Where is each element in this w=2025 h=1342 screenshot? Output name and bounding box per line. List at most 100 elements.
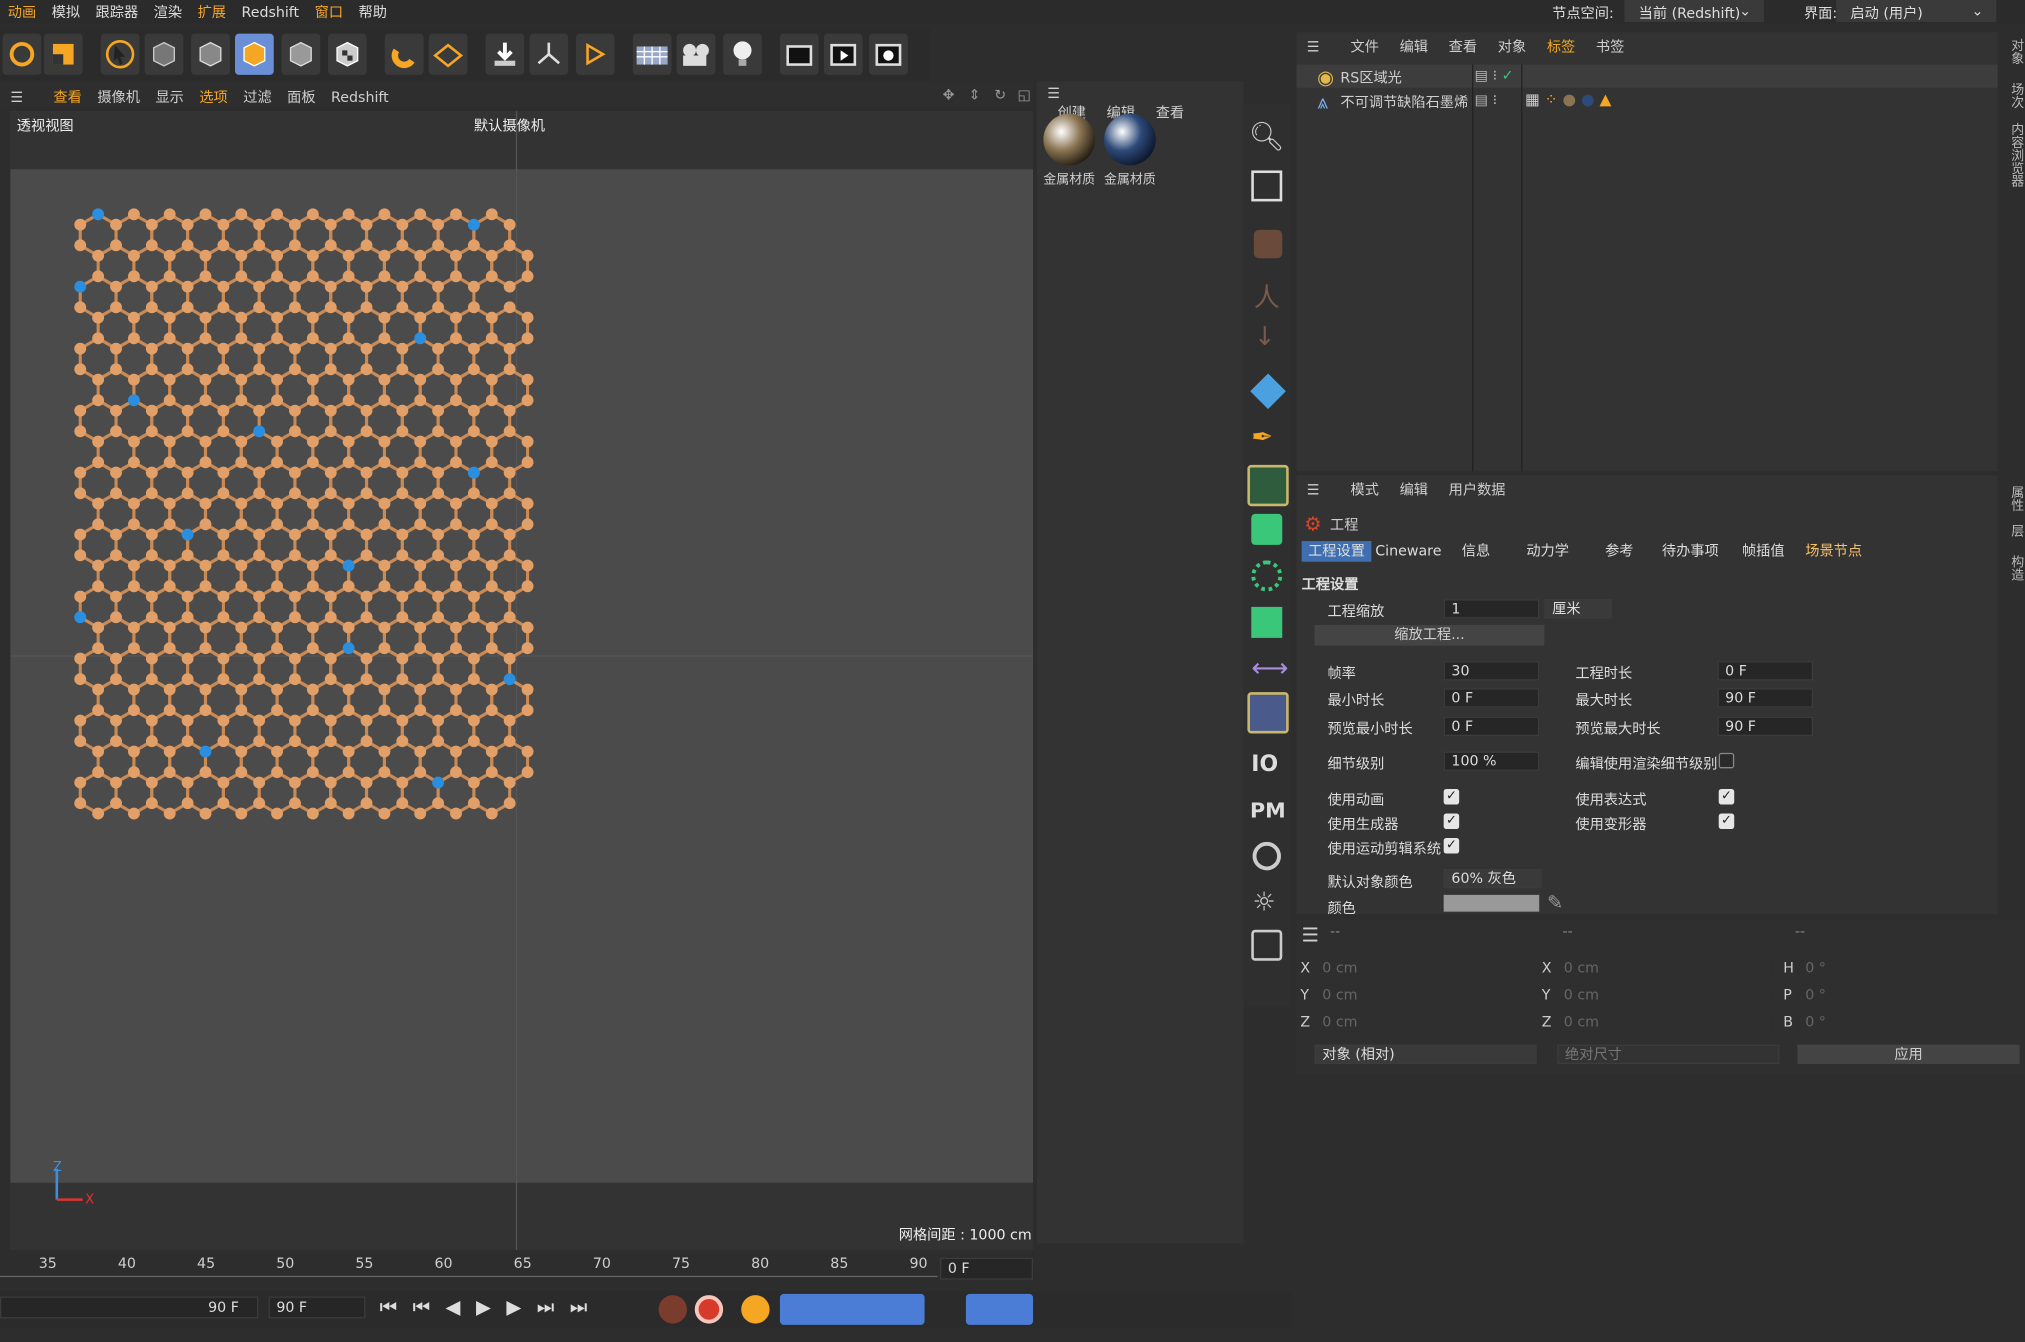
record-disabled-icon[interactable] [658,1295,687,1324]
use-deformer-checkbox[interactable]: ✓ [1718,813,1735,830]
coord-field[interactable]: 0 ° [1797,1012,2015,1032]
hamburger-icon[interactable]: ☰ [1296,39,1329,56]
lod-field[interactable]: 100 % [1443,751,1540,771]
maximize-view-icon[interactable]: ◱ [1010,84,1039,106]
perspective-viewport[interactable]: 透视视图 默认摄像机 Z X 网格间距 : 1000 cm [10,111,1034,1250]
tab-4[interactable]: 参考 [1599,541,1640,562]
coord-field[interactable]: 0 cm [1314,958,1532,978]
key-channels[interactable] [779,1293,925,1325]
coord-field[interactable]: 0 ° [1797,958,2015,978]
scale-project-button[interactable]: 缩放工程... [1314,624,1545,646]
light-button[interactable] [723,33,762,75]
object-row[interactable]: ⩓ 不可调节缺陷石墨烯 ▤ ⁝ ▦ ⁘ ● ● ▲ [1296,89,1997,113]
use-expression-checkbox[interactable]: ✓ [1718,788,1735,805]
menu-item[interactable]: 模拟 [44,0,88,23]
preview-max-field[interactable]: 90 F [1717,716,1813,737]
texture-mode-button[interactable] [327,33,367,75]
viewport-menu-item[interactable]: 面板 [279,84,323,110]
select-tool-button[interactable] [100,33,140,75]
side-tab-attributes[interactable]: 属性 [2000,486,2025,512]
attribute-menu-item[interactable]: 模式 [1340,479,1389,500]
object-menu-item[interactable]: 标签 [1536,36,1585,57]
eyedropper-icon[interactable]: ✎ [1547,891,1563,914]
interface-select[interactable]: 启动 (用户) ⌄ [1836,0,1997,22]
object-menu-item[interactable]: 编辑 [1389,36,1438,57]
aov-icon[interactable] [1251,929,1283,961]
next-key-icon[interactable]: ⏭ [537,1295,570,1318]
menu-item[interactable]: Redshift [234,3,307,22]
search-icon[interactable]: 🔍︎ [1249,121,1285,153]
use-generator-checkbox[interactable]: ✓ [1443,813,1460,830]
color-swatch[interactable] [1443,894,1540,912]
play-icon[interactable]: ▶ [476,1295,506,1318]
coord-field[interactable]: 0 cm [1556,958,1773,978]
cloner-icon[interactable] [1251,560,1283,592]
coord-field[interactable]: 0 ° [1797,985,2015,1005]
prev-key-icon[interactable]: ⏮ [413,1295,446,1318]
object-tags[interactable]: ▦ ⁘ ● ● ▲ [1525,90,1611,108]
workplane-button[interactable] [428,33,468,75]
tab-6[interactable]: 帧插值 [1736,541,1792,562]
mograph-icon[interactable] [1251,606,1283,638]
hamburger-icon[interactable]: ☰ [1037,85,1070,102]
pen-button[interactable] [575,33,615,75]
render-settings-button[interactable] [869,33,908,75]
goto-end-icon[interactable]: ⏭ [570,1295,603,1318]
menu-item[interactable]: 渲染 [146,0,190,23]
cube-primitive-icon[interactable] [1250,373,1286,410]
timeline[interactable]: 35 40 45 50 55 60 65 70 75 80 85 90 0 F [0,1249,1034,1292]
side-tab-content-browser[interactable]: 内容浏览器 [2000,123,2025,188]
snap-button[interactable] [384,33,424,75]
render-view-button[interactable] [823,33,863,75]
tab-1[interactable]: Cineware [1369,541,1448,562]
material-item[interactable]: 金属材质 [1104,113,1158,187]
subdivision-icon[interactable] [1251,513,1283,545]
hamburger-icon[interactable]: ☰ [1302,923,1319,946]
coord-mode-select[interactable]: 对象 (相对) [1314,1044,1537,1065]
keyframe-selection-icon[interactable] [741,1295,770,1324]
min-time-field[interactable]: 0 F [1443,688,1540,708]
pm-icon[interactable]: PM [1250,798,1286,823]
render-region-button[interactable] [779,33,819,75]
visibility-toggle[interactable]: ▤ ⁝ ✓ [1475,67,1514,84]
node-space-select[interactable]: 当前 (Redshift) ⌄ [1624,0,1764,22]
scale-field[interactable]: 1 [1443,599,1540,619]
tab-2[interactable]: 信息 [1455,541,1496,562]
coord-field[interactable]: 0 cm [1314,1012,1532,1032]
side-tab-takes[interactable]: 场次 [2000,83,2025,109]
coord-field[interactable]: 0 cm [1556,985,1773,1005]
visibility-toggle[interactable]: ▤ ⁝ [1475,92,1497,109]
hamburger-icon[interactable]: ☰ [1296,482,1329,499]
attribute-menu-item[interactable]: 编辑 [1389,479,1438,500]
camera-button[interactable] [676,33,716,75]
goto-start-icon[interactable]: ⏮ [380,1295,413,1318]
viewport-menu-item[interactable]: 摄像机 [90,84,148,110]
crop-icon[interactable] [1251,170,1283,202]
autokey-icon[interactable] [694,1295,724,1324]
menu-item[interactable]: 帮助 [351,0,395,23]
tab-0[interactable]: 工程设置 [1301,541,1372,562]
end-frame-field[interactable]: 90 F [268,1296,366,1319]
menu-item[interactable]: 扩展 [190,0,234,23]
coord-field[interactable]: 0 cm [1314,985,1532,1005]
side-tab-layers[interactable]: 层 [2000,524,2025,537]
pose-icon[interactable]: ↓ [1254,320,1276,351]
attribute-menu-item[interactable]: 用户数据 [1438,479,1515,500]
object-menu-item[interactable]: 文件 [1340,36,1389,57]
viewport-menu-item[interactable]: 查看 [46,84,90,110]
side-tab-structure[interactable]: 构造 [2000,555,2025,581]
viewport-menu-item[interactable]: Redshift [323,87,396,109]
deformer-icon[interactable]: ⟷ [1251,652,1288,683]
axis-button[interactable] [529,33,569,75]
coord-field[interactable]: 0 cm [1556,1012,1773,1032]
next-frame-icon[interactable]: ▶ [506,1295,536,1318]
unit-select[interactable]: 厘米 [1544,599,1612,619]
object-menu-item[interactable]: 对象 [1487,36,1536,57]
menu-item[interactable]: 跟踪器 [88,0,146,23]
generator-icon[interactable] [1247,464,1289,507]
tab-7[interactable]: 场景节点 [1799,541,1869,562]
object-menu-item[interactable]: 书签 [1586,36,1635,57]
duration-field[interactable]: 0 F [1717,661,1813,681]
hamburger-icon[interactable]: ☰ [0,87,33,109]
side-tab-objects[interactable]: 对象 [2000,39,2025,65]
